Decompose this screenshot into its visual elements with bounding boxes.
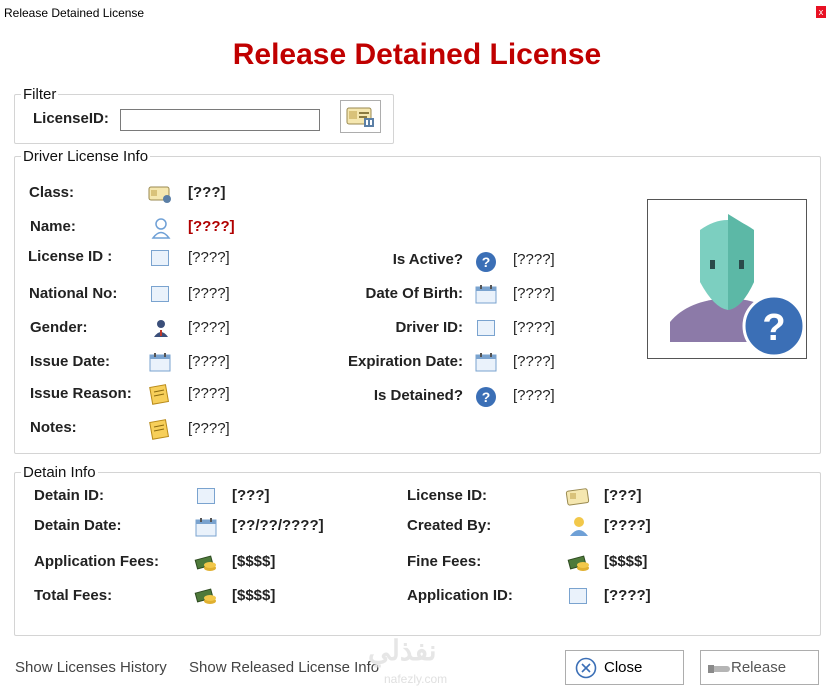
application-id-value: [????] xyxy=(604,587,651,604)
date-of-birth-label: Date Of Birth: xyxy=(365,285,464,302)
unknown-person-icon: ? xyxy=(670,214,806,358)
application-id-icon xyxy=(569,588,587,604)
window-title: Release Detained License xyxy=(4,6,145,20)
gender-person-icon xyxy=(154,320,168,337)
license-class-icon xyxy=(148,186,171,203)
total-fees-value: [$$$$] xyxy=(232,587,276,604)
money-icon xyxy=(567,555,589,571)
license-id-label: License ID : xyxy=(28,248,113,265)
is-active-label: Is Active? xyxy=(392,251,463,268)
license-id-input[interactable] xyxy=(120,109,320,131)
driver-id-label: Driver ID: xyxy=(395,319,463,336)
detain-info-title: Detain Info xyxy=(21,464,98,481)
driver-id-value: [????] xyxy=(513,319,555,336)
detain-date-label: Detain Date: xyxy=(34,517,122,534)
show-licenses-history-link[interactable]: Show Licenses History xyxy=(15,659,167,676)
issue-reason-note-icon xyxy=(149,384,170,405)
gender-value: [????] xyxy=(188,319,230,336)
application-fees-value: [$$$$] xyxy=(232,553,276,570)
person-outline-icon xyxy=(151,218,171,239)
close-circle-icon xyxy=(575,657,597,679)
close-button[interactable]: Close xyxy=(565,650,684,685)
issue-date-label: Issue Date: xyxy=(30,353,111,370)
issue-date-calendar-icon xyxy=(149,353,171,372)
money-icon xyxy=(194,588,216,604)
dob-calendar-icon xyxy=(475,285,497,304)
class-value: [???] xyxy=(188,184,226,201)
total-fees-label: Total Fees: xyxy=(34,587,113,604)
detain-id-value: [???] xyxy=(232,487,270,504)
help-question-icon: ? xyxy=(476,387,496,407)
national-no-label: National No: xyxy=(29,285,118,302)
driver-id-icon xyxy=(477,320,495,336)
release-button-label: Release xyxy=(731,659,787,676)
application-id-label: Application ID: xyxy=(407,587,513,604)
detain-license-id-label: License ID: xyxy=(407,487,488,504)
name-value: [????] xyxy=(188,218,235,235)
issue-date-value: [????] xyxy=(188,353,230,370)
help-question-icon: ? xyxy=(476,252,496,272)
user-icon xyxy=(570,517,588,536)
id-card-icon xyxy=(151,250,169,266)
release-key-icon xyxy=(708,665,730,673)
is-active-value: [????] xyxy=(513,251,555,268)
national-no-value: [????] xyxy=(188,285,230,302)
is-detained-label: Is Detained? xyxy=(373,387,463,404)
license-search-icon xyxy=(346,107,374,127)
name-label: Name: xyxy=(30,218,76,235)
page-title: Release Detained License xyxy=(232,38,602,71)
created-by-label: Created By: xyxy=(407,517,492,534)
application-fees-label: Application Fees: xyxy=(34,553,160,570)
svg-text:?: ? xyxy=(482,389,491,405)
window-titlebar: Release Detained License x xyxy=(0,0,834,26)
svg-text:?: ? xyxy=(762,307,785,349)
license-card-icon xyxy=(565,488,590,506)
license-id-filter-label: LicenseID: xyxy=(33,110,109,127)
gender-label: Gender: xyxy=(30,319,88,336)
expiration-date-value: [????] xyxy=(513,353,555,370)
window-close-button[interactable]: x xyxy=(816,6,826,18)
date-of-birth-value: [????] xyxy=(513,285,555,302)
close-button-label: Close xyxy=(604,659,643,676)
watermark-arabic: نفذلي xyxy=(368,635,437,666)
driver-photo: ? xyxy=(647,199,807,359)
expiration-calendar-icon xyxy=(475,353,497,372)
national-id-icon xyxy=(151,286,169,302)
class-label: Class: xyxy=(29,184,75,201)
fine-fees-value: [$$$$] xyxy=(604,553,648,570)
notes-value: [????] xyxy=(188,420,230,437)
detain-id-icon xyxy=(197,488,215,504)
show-released-license-info-link[interactable]: Show Released License Info xyxy=(189,659,379,676)
detain-date-calendar-icon xyxy=(195,518,217,537)
issue-reason-label: Issue Reason: xyxy=(30,385,132,402)
filter-group-title: Filter xyxy=(21,86,59,103)
money-icon xyxy=(194,555,216,571)
svg-text:?: ? xyxy=(482,254,491,270)
notes-note-icon xyxy=(149,419,170,440)
fine-fees-label: Fine Fees: xyxy=(407,553,482,570)
release-button[interactable]: Release xyxy=(700,650,819,685)
detain-id-label: Detain ID: xyxy=(34,487,105,504)
is-detained-value: [????] xyxy=(513,387,555,404)
watermark-latin: nafezly.com xyxy=(384,672,448,686)
driver-license-info-title: Driver License Info xyxy=(21,148,151,165)
created-by-value: [????] xyxy=(604,517,651,534)
expiration-date-label: Expiration Date: xyxy=(347,353,463,370)
issue-reason-value: [????] xyxy=(188,385,230,402)
license-id-value: [????] xyxy=(188,249,230,266)
notes-label: Notes: xyxy=(30,419,77,436)
detain-date-value: [??/??/????] xyxy=(232,517,324,534)
search-license-button[interactable] xyxy=(340,100,381,133)
detain-license-id-value: [???] xyxy=(604,487,642,504)
